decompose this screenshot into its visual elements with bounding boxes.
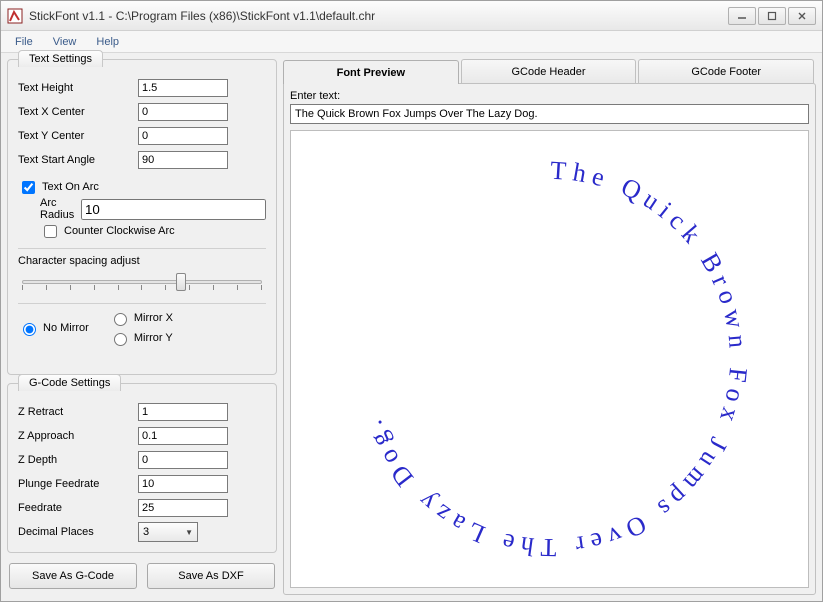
arc-textpath: The Quick Brown Fox Jumps Over The Lazy … <box>356 156 753 562</box>
text-settings-legend: Text Settings <box>18 50 103 67</box>
text-x-center-input[interactable] <box>138 103 228 121</box>
z-retract-input[interactable] <box>138 403 228 421</box>
text-y-center-label: Text Y Center <box>18 130 138 142</box>
text-height-label: Text Height <box>18 82 138 94</box>
tab-gcode-header[interactable]: GCode Header <box>461 59 637 83</box>
chevron-down-icon: ▼ <box>185 528 193 537</box>
ccw-label: Counter Clockwise Arc <box>64 225 175 237</box>
text-settings-group: Text Settings Text Height Text X Center … <box>7 59 277 375</box>
mirror-x-label: Mirror X <box>134 312 173 324</box>
menubar: File View Help <box>1 31 822 53</box>
mirror-y-radio[interactable] <box>114 333 127 346</box>
plunge-feedrate-input[interactable] <box>138 475 228 493</box>
separator <box>18 303 266 304</box>
mirror-y-label: Mirror Y <box>134 332 173 344</box>
gcode-settings-legend: G-Code Settings <box>18 374 121 391</box>
z-approach-label: Z Approach <box>18 430 138 442</box>
text-y-center-input[interactable] <box>138 127 228 145</box>
menu-help[interactable]: Help <box>88 34 127 50</box>
text-start-angle-input[interactable] <box>138 151 228 169</box>
arc-preview-text: The Quick Brown Fox Jumps Over The Lazy … <box>356 156 753 562</box>
mirror-x-radio[interactable] <box>114 313 127 326</box>
save-gcode-label: Save As G-Code <box>32 570 114 582</box>
tab-font-preview[interactable]: Font Preview <box>283 60 459 84</box>
text-height-input[interactable] <box>138 79 228 97</box>
text-start-angle-label: Text Start Angle <box>18 154 138 166</box>
minimize-button[interactable] <box>728 7 756 25</box>
tabs: Font Preview GCode Header GCode Footer <box>283 59 816 83</box>
plunge-feedrate-label: Plunge Feedrate <box>18 478 138 490</box>
arc-radius-label: Arc Radius <box>40 197 81 221</box>
text-on-arc-label: Text On Arc <box>42 181 99 193</box>
maximize-button[interactable] <box>758 7 786 25</box>
ccw-checkbox[interactable] <box>44 225 57 238</box>
left-column: Text Settings Text Height Text X Center … <box>7 59 277 595</box>
spacing-slider[interactable] <box>22 271 262 293</box>
tab-gcode-footer-label: GCode Footer <box>691 66 761 78</box>
separator <box>18 248 266 249</box>
spacing-slider-thumb[interactable] <box>176 273 186 291</box>
tab-font-preview-label: Font Preview <box>337 67 405 79</box>
decimal-places-select[interactable]: 3 ▼ <box>138 522 198 542</box>
z-approach-input[interactable] <box>138 427 228 445</box>
window-buttons <box>728 7 816 25</box>
tab-gcode-footer[interactable]: GCode Footer <box>638 59 814 83</box>
gcode-settings-group: G-Code Settings Z Retract Z Approach Z D… <box>7 383 277 553</box>
titlebar: StickFont v1.1 - C:\Program Files (x86)\… <box>1 1 822 31</box>
z-depth-label: Z Depth <box>18 454 138 466</box>
menu-file[interactable]: File <box>7 34 41 50</box>
enter-text-label: Enter text: <box>290 90 809 102</box>
feedrate-label: Feedrate <box>18 502 138 514</box>
z-retract-label: Z Retract <box>18 406 138 418</box>
spacing-label: Character spacing adjust <box>18 255 266 267</box>
text-x-center-label: Text X Center <box>18 106 138 118</box>
window-title: StickFont v1.1 - C:\Program Files (x86)\… <box>29 9 728 23</box>
font-preview-canvas: The Quick Brown Fox Jumps Over The Lazy … <box>290 130 809 588</box>
tab-gcode-header-label: GCode Header <box>512 66 586 78</box>
right-column: Font Preview GCode Header GCode Footer E… <box>283 59 816 595</box>
menu-view[interactable]: View <box>45 34 85 50</box>
save-gcode-button[interactable]: Save As G-Code <box>9 563 137 589</box>
close-button[interactable] <box>788 7 816 25</box>
app-window: StickFont v1.1 - C:\Program Files (x86)\… <box>0 0 823 602</box>
save-dxf-label: Save As DXF <box>178 570 243 582</box>
feedrate-input[interactable] <box>138 499 228 517</box>
arc-radius-input[interactable] <box>81 199 266 220</box>
text-on-arc-checkbox[interactable] <box>22 181 35 194</box>
z-depth-input[interactable] <box>138 451 228 469</box>
tab-content: Enter text: The Quick Brown Fox Jumps Ov… <box>283 83 816 595</box>
decimal-places-value: 3 <box>143 526 149 538</box>
save-dxf-button[interactable]: Save As DXF <box>147 563 275 589</box>
app-icon <box>7 8 23 24</box>
decimal-places-label: Decimal Places <box>18 526 138 538</box>
enter-text-input[interactable] <box>290 104 809 124</box>
no-mirror-radio[interactable] <box>23 323 36 336</box>
body: Text Settings Text Height Text X Center … <box>1 53 822 601</box>
no-mirror-label: No Mirror <box>43 322 89 334</box>
